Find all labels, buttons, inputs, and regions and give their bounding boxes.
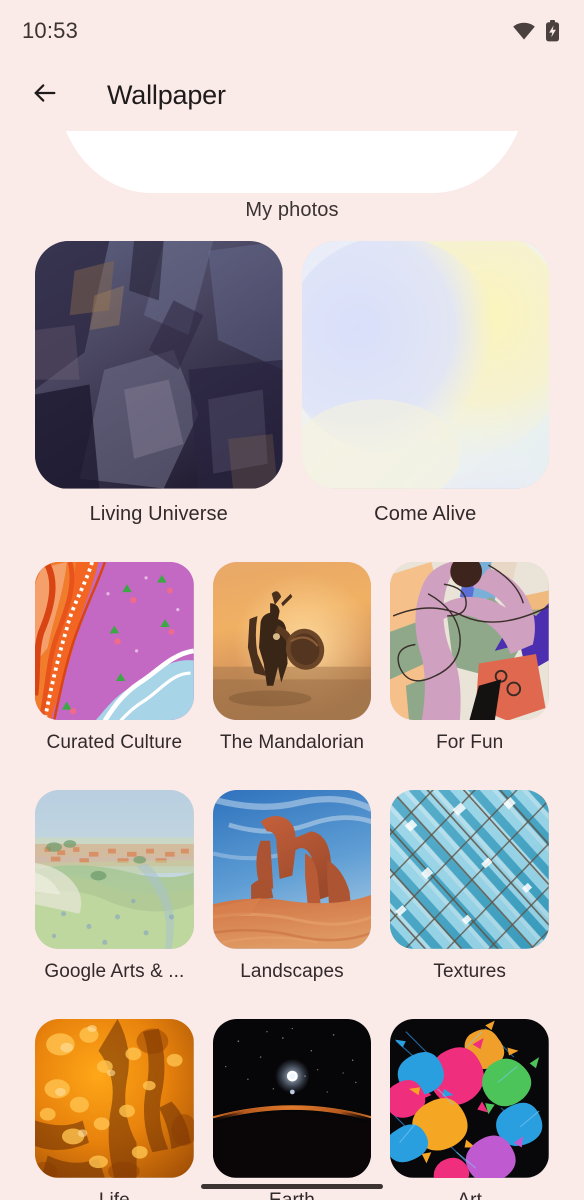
wallpaper-tile-textures[interactable]: Textures <box>390 790 550 983</box>
thumbnail-art[interactable] <box>390 1018 550 1178</box>
wallpaper-label: Art <box>390 1190 549 1200</box>
thumbnail-earth[interactable] <box>212 1018 372 1178</box>
my-photos-card[interactable] <box>0 131 584 193</box>
wifi-icon <box>512 19 536 43</box>
thumbnail-textures[interactable] <box>390 790 550 949</box>
wallpaper-tile-landscapes[interactable]: Landscapes <box>212 790 372 983</box>
wallpaper-tile-curated-culture[interactable]: Curated Culture <box>35 561 194 755</box>
thumbnail-for-fun[interactable] <box>390 561 550 721</box>
wallpaper-tile-for-fun[interactable]: For Fun <box>390 561 550 755</box>
my-photos-card-surface[interactable] <box>56 131 528 193</box>
status-bar: 10:53 <box>0 0 584 62</box>
arrow-left-icon <box>31 79 59 112</box>
wallpaper-tile-come-alive[interactable]: Come Alive <box>301 241 549 526</box>
thumbnail-life[interactable] <box>35 1018 194 1178</box>
wallpaper-label: Earth <box>213 1190 372 1200</box>
wallpaper-tile-life[interactable]: Life <box>35 1018 194 1200</box>
my-photos-label: My photos <box>245 199 339 221</box>
back-button[interactable] <box>25 75 65 115</box>
wallpaper-label: The Mandalorian <box>219 732 365 754</box>
wallpaper-tile-earth[interactable]: Earth <box>212 1018 372 1200</box>
thumbnail-curated-culture[interactable] <box>35 561 194 721</box>
wallpaper-tile-living-universe[interactable]: Living Universe <box>35 241 283 526</box>
wallpaper-label: Living Universe <box>89 502 228 525</box>
wallpaper-label: Textures <box>433 960 506 982</box>
wallpaper-label: For Fun <box>436 732 504 754</box>
thumbnail-come-alive[interactable] <box>301 241 549 489</box>
collection-row-3: Life <box>35 1018 550 1200</box>
page-title: Wallpaper <box>107 79 226 110</box>
status-clock: 10:53 <box>22 18 79 43</box>
featured-row: Living Universe Come Alive <box>35 241 549 526</box>
wallpaper-tile-mandalorian[interactable]: The Mandalorian <box>212 561 372 755</box>
wallpaper-grid: Living Universe Come Alive Curated Cultu… <box>0 241 584 1200</box>
wallpaper-label: Come Alive <box>374 502 477 525</box>
wallpaper-tile-art[interactable]: Art <box>390 1018 550 1200</box>
wallpaper-tile-google-arts[interactable]: Google Arts & ... <box>35 790 194 983</box>
collection-row-1: Curated Culture The Mandalorian For Fun <box>35 561 550 755</box>
wallpaper-label: Google Arts & ... <box>44 960 185 982</box>
thumbnail-landscapes[interactable] <box>212 790 372 949</box>
wallpaper-label: Landscapes <box>240 960 344 982</box>
app-bar: Wallpaper <box>0 62 584 128</box>
collection-row-2: Google Arts & ... Landscapes Textures <box>35 790 550 983</box>
status-icons <box>512 19 560 43</box>
battery-charging-icon <box>545 19 560 43</box>
thumbnail-google-arts[interactable] <box>35 790 194 949</box>
thumbnail-living-universe[interactable] <box>35 241 283 489</box>
thumbnail-mandalorian[interactable] <box>212 561 372 721</box>
wallpaper-label: Life <box>35 1190 194 1200</box>
wallpaper-label: Curated Culture <box>46 732 183 754</box>
gesture-navigation-bar[interactable] <box>201 1184 383 1189</box>
